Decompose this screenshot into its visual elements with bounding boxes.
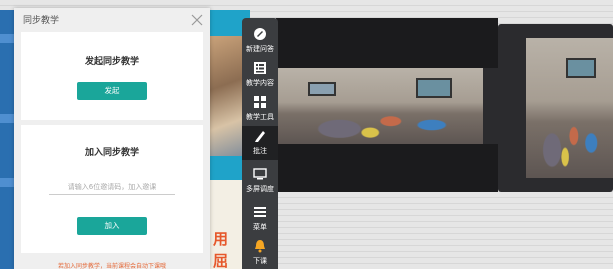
left-thumbnail-strip (0, 10, 14, 269)
classroom-monitor (276, 18, 498, 192)
video-feed (278, 68, 483, 144)
join-sync-heading: 加入同步教学 (84, 148, 139, 158)
start-sync-card: 发起同步教学 发起 (21, 32, 203, 120)
toolbar-end-class[interactable]: 下课 (242, 236, 278, 269)
video-feed (526, 38, 613, 178)
invite-code-input[interactable] (49, 179, 175, 195)
start-sync-button[interactable]: 发起 (77, 82, 147, 100)
multi-screen-icon (253, 168, 267, 180)
dialog-title: 同步教学 (23, 16, 60, 26)
annotate-pen-icon (255, 131, 265, 142)
toolbar-label: 下课 (253, 257, 267, 265)
toolbar-label: 教学内容 (246, 79, 274, 87)
teaching-tools-icon (254, 96, 266, 108)
join-sync-button[interactable]: 加入 (77, 217, 147, 235)
bell-icon (255, 240, 265, 253)
toolbar-new-question[interactable]: 新建问答 (242, 24, 278, 58)
new-question-icon (254, 28, 266, 40)
auto-end-class-note: 若加入同步教学，当前课程会自动下课哦 (57, 263, 166, 269)
toolbar-label: 批注 (253, 147, 267, 155)
toolbar-label: 菜单 (253, 223, 267, 231)
classroom-monitor (498, 24, 613, 192)
close-icon (191, 14, 203, 26)
sync-teaching-dialog: 同步教学 发起同步教学 发起 加入同步教学 加入 若加入同步教学，当前课程会自动… (14, 8, 210, 269)
slide-char: 屈 (213, 252, 229, 269)
close-button[interactable] (190, 12, 204, 26)
toolbar-teaching-tools[interactable]: 教学工具 (242, 92, 278, 126)
slide-char: 用 (213, 230, 229, 248)
teaching-content-icon (254, 62, 266, 74)
toolbar-annotate[interactable]: 批注 (242, 126, 278, 160)
toolbar-multi-screen[interactable]: 多屏调度 (242, 164, 278, 198)
toolbar-label: 教学工具 (246, 113, 274, 121)
toolbar-label: 新建问答 (246, 45, 274, 53)
start-sync-heading: 发起同步教学 (84, 57, 139, 67)
toolbar-teaching-content[interactable]: 教学内容 (242, 58, 278, 92)
menu-icon (254, 207, 266, 217)
toolbar-menu[interactable]: 菜单 (242, 202, 278, 236)
toolbar-label: 多屏调度 (246, 185, 274, 193)
join-sync-card: 加入同步教学 加入 (21, 125, 203, 253)
dialog-header: 同步教学 (14, 8, 210, 32)
teaching-toolbar: 新建问答 教学内容 教学工具 批注 多屏调度 菜单 下课 (242, 18, 278, 269)
